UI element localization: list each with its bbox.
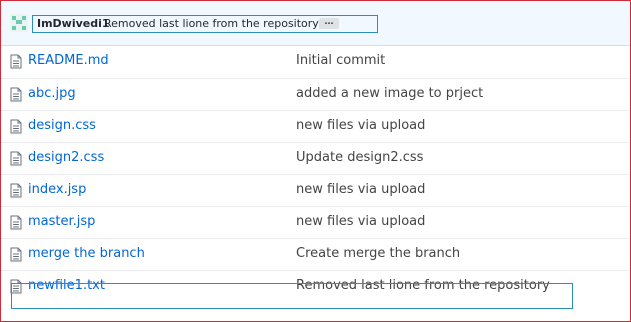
file-name-link[interactable]: index.jsp <box>28 182 86 197</box>
file-icon <box>10 183 22 198</box>
file-list: README.md Initial commit abc.jpg added a ne… <box>1 46 630 302</box>
file-row: index.jsp new files via upload <box>1 174 630 206</box>
file-row: merge the branch Create merge the branch <box>1 238 630 270</box>
file-name-link[interactable]: newfile1.txt <box>28 278 105 293</box>
file-name-link[interactable]: abc.jpg <box>28 86 76 101</box>
file-name-link[interactable]: README.md <box>28 53 109 68</box>
file-name-link[interactable]: design2.css <box>28 150 104 165</box>
file-row: design.css new files via upload <box>1 110 630 142</box>
file-commit-message-link[interactable]: added a new image to prject <box>296 86 483 101</box>
file-icon <box>10 151 22 166</box>
file-commit-message-link[interactable]: new files via upload <box>296 182 425 197</box>
file-icon <box>10 215 22 230</box>
file-name-link[interactable]: design.css <box>28 118 96 133</box>
file-commit-message-link[interactable]: Initial commit <box>296 53 385 68</box>
file-row: design2.css Update design2.css <box>1 142 630 174</box>
latest-commit-bar: ImDwivedi1 Removed last lione from the r… <box>1 1 630 46</box>
commit-author-link[interactable]: ImDwivedi1 <box>37 17 110 30</box>
commit-message-link[interactable]: Removed last lione from the repository <box>104 17 319 30</box>
expand-commit-button[interactable]: … <box>319 18 339 29</box>
file-commit-message-link[interactable]: Removed last lione from the repository <box>296 278 550 293</box>
file-icon <box>10 119 22 134</box>
file-icon <box>10 54 22 69</box>
file-row: newfile1.txt Removed last lione from the … <box>1 270 630 302</box>
file-commit-message-link[interactable]: Create merge the branch <box>296 246 460 261</box>
file-name-link[interactable]: master.jsp <box>28 214 95 229</box>
file-commit-message-link[interactable]: new files via upload <box>296 118 425 133</box>
file-row: master.jsp new files via upload <box>1 206 630 238</box>
file-browser-frame: ImDwivedi1 Removed last lione from the r… <box>0 0 631 322</box>
file-name-link[interactable]: merge the branch <box>28 246 145 261</box>
file-icon <box>10 87 22 102</box>
file-row: README.md Initial commit <box>1 46 630 78</box>
file-commit-message-link[interactable]: new files via upload <box>296 214 425 229</box>
avatar-icon[interactable] <box>10 14 28 32</box>
file-row: abc.jpg added a new image to prject <box>1 78 630 110</box>
file-commit-message-link[interactable]: Update design2.css <box>296 150 423 165</box>
file-icon <box>10 279 22 294</box>
file-icon <box>10 247 22 262</box>
